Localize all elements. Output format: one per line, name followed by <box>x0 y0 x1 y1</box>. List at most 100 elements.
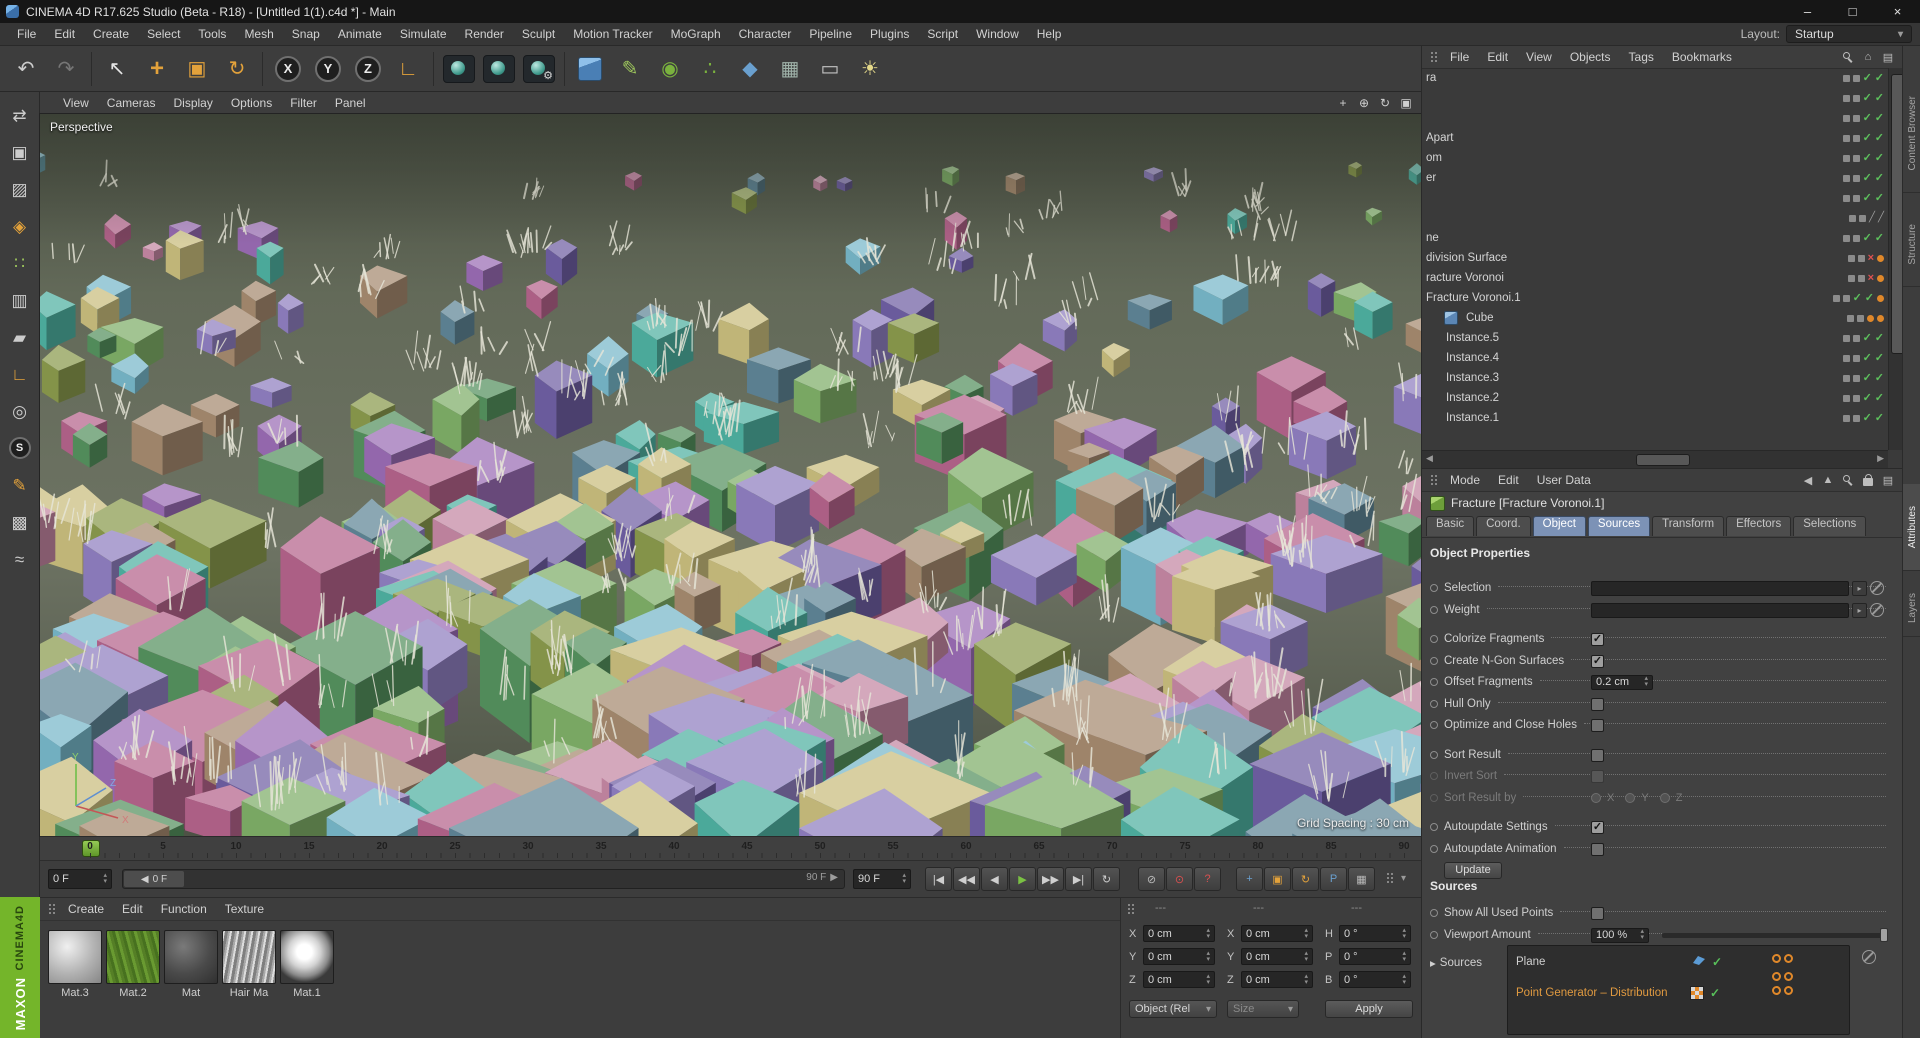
orange-dot-icon[interactable] <box>1784 972 1793 981</box>
end-frame-spinner[interactable]: ▴▾ <box>902 873 906 885</box>
sources-clear-button[interactable] <box>1862 950 1876 964</box>
layer-chip-icon[interactable] <box>1858 275 1865 282</box>
prev-key-button[interactable]: ◀◀ <box>953 867 980 891</box>
object-row-division-surface[interactable]: division Surface× <box>1422 248 1888 268</box>
animation-dot-icon[interactable] <box>1430 845 1438 853</box>
field-spinner[interactable]: ▴▾ <box>1206 974 1210 986</box>
animation-dot-icon[interactable] <box>1430 700 1438 708</box>
menu-mesh[interactable]: Mesh <box>235 27 282 41</box>
layer-chip-icon[interactable] <box>1843 95 1850 102</box>
panel-icon[interactable]: ▤ <box>1880 472 1896 488</box>
search-icon[interactable] <box>1840 472 1856 488</box>
menu-help[interactable]: Help <box>1028 27 1071 41</box>
enabled-check-icon[interactable]: ✓ <box>1875 193 1884 204</box>
play-mode-button[interactable]: ↻ <box>1093 867 1120 891</box>
prev-frame-button[interactable]: ◀ <box>981 867 1008 891</box>
snap-button[interactable]: S <box>5 433 35 463</box>
layer-chip-icon[interactable] <box>1853 155 1860 162</box>
tag-dot-icon[interactable] <box>1877 315 1884 322</box>
enabled-check-icon[interactable]: ✓ <box>1875 373 1884 384</box>
end-frame-field[interactable]: 90 F ▴▾ <box>853 869 911 889</box>
rotation-b-field[interactable]: 0 °▴▾ <box>1339 971 1411 988</box>
orange-dot-icon[interactable] <box>1772 972 1781 981</box>
viewport-solo-button[interactable]: ◎ <box>5 396 35 426</box>
layer-chip-icon[interactable] <box>1843 135 1850 142</box>
menu-simulate[interactable]: Simulate <box>391 27 456 41</box>
animation-dot-icon[interactable] <box>1430 931 1438 939</box>
transport-menu-button[interactable]: ▾ <box>1401 873 1406 884</box>
viewport-menu-options[interactable]: Options <box>222 96 281 110</box>
spline-smooth-button[interactable]: ≈ <box>5 544 35 574</box>
viewport-canvas[interactable]: Y X Z Perspective Grid Spacing : 30 cm <box>40 114 1421 836</box>
add-spline-pen-button[interactable]: ✎ <box>610 49 650 89</box>
texture-mode-button[interactable]: ▨ <box>5 174 35 204</box>
edges-mode-button[interactable]: ▥ <box>5 285 35 315</box>
menu-mograph[interactable]: MoGraph <box>662 27 730 41</box>
picker-button[interactable]: ▸ <box>1852 581 1867 596</box>
radio-y[interactable] <box>1625 793 1635 803</box>
enabled-check-icon[interactable]: ✓ <box>1875 413 1884 424</box>
enabled-check-icon[interactable]: ✓ <box>1875 353 1884 364</box>
render-view-button[interactable] <box>439 49 479 89</box>
menu-sculpt[interactable]: Sculpt <box>513 27 564 41</box>
position-y-field[interactable]: 0 cm▴▾ <box>1143 948 1215 965</box>
layer-chip-icon[interactable] <box>1843 75 1850 82</box>
enabled-check-icon[interactable]: ✓ <box>1863 353 1872 364</box>
keyframe-selection-button[interactable]: ? <box>1194 867 1221 891</box>
checkbox-show-all-used-points[interactable] <box>1591 907 1604 920</box>
paint-setup-button[interactable]: ✎ <box>5 470 35 500</box>
layer-chip-icon[interactable] <box>1853 415 1860 422</box>
layer-chip-icon[interactable] <box>1833 295 1840 302</box>
animation-dot-icon[interactable] <box>1430 584 1438 592</box>
object-manager-menu-edit[interactable]: Edit <box>1478 50 1517 64</box>
layer-chip-icon[interactable] <box>1847 315 1854 322</box>
animation-dot-icon[interactable] <box>1430 909 1438 917</box>
layer-chip-icon[interactable] <box>1853 135 1860 142</box>
object-row-blank-1[interactable]: ✓✓ <box>1422 88 1888 108</box>
object-row-apart[interactable]: Apart✓✓ <box>1422 128 1888 148</box>
key-rotation-toggle[interactable]: ↻ <box>1292 867 1319 891</box>
enabled-check-icon[interactable]: ✓ <box>1853 293 1862 304</box>
enabled-check-icon[interactable]: ✓ <box>1875 173 1884 184</box>
apply-button[interactable]: Apply <box>1325 1000 1413 1018</box>
object-list-vscrollbar[interactable] <box>1888 68 1902 450</box>
range-slider-handle[interactable]: ◀ 0 F <box>124 871 184 887</box>
minimize-button[interactable]: – <box>1785 0 1830 23</box>
dock-tab-content-browser[interactable]: Content Browser <box>1903 74 1920 193</box>
enabled-check-icon[interactable]: ✓ <box>1863 413 1872 424</box>
size-y-field[interactable]: 0 cm▴▾ <box>1241 948 1313 965</box>
material-menu-texture[interactable]: Texture <box>216 902 273 916</box>
enabled-check-icon[interactable]: ✓ <box>1863 393 1872 404</box>
material-item-mat-1[interactable]: Mat.1 <box>280 930 334 999</box>
orange-dot-icon[interactable] <box>1784 954 1793 963</box>
add-subdivision-surface-button[interactable]: ◉ <box>650 49 690 89</box>
object-mode-dropdown[interactable]: Object (Rel▾ <box>1129 1000 1217 1018</box>
object-manager-menu-objects[interactable]: Objects <box>1561 50 1620 64</box>
viewport-menu-filter[interactable]: Filter <box>281 96 326 110</box>
material-thumbnail[interactable] <box>48 930 102 984</box>
orange-dot-icon[interactable] <box>1784 986 1793 995</box>
search-icon[interactable] <box>1840 49 1856 65</box>
close-button[interactable]: × <box>1875 0 1920 23</box>
field-spinner[interactable]: ▴▾ <box>1644 676 1648 688</box>
menu-pipeline[interactable]: Pipeline <box>800 27 861 41</box>
layer-chip-icon[interactable] <box>1857 315 1864 322</box>
neutral-slash-icon[interactable]: ╱ <box>1878 213 1884 223</box>
texture-lock-button[interactable]: ▩ <box>5 507 35 537</box>
tag-dot-icon[interactable] <box>1867 315 1874 322</box>
layer-chip-icon[interactable] <box>1843 375 1850 382</box>
value-field-viewport-amount[interactable]: 100 %▴▾ <box>1591 928 1649 943</box>
position-x-field[interactable]: 0 cm▴▾ <box>1143 925 1215 942</box>
animation-dot-icon[interactable] <box>1430 794 1438 802</box>
tag-dot-icon[interactable] <box>1877 295 1884 302</box>
slider-thumb[interactable] <box>1880 928 1888 942</box>
layer-chip-icon[interactable] <box>1853 175 1860 182</box>
layer-chip-icon[interactable] <box>1853 335 1860 342</box>
object-row-instance-1[interactable]: Instance.1✓✓ <box>1422 408 1888 428</box>
size-z-field[interactable]: 0 cm▴▾ <box>1241 971 1313 988</box>
checkbox-create-n-gon-surfaces[interactable]: ✓ <box>1591 655 1604 668</box>
zoom-view-icon[interactable]: ⊕ <box>1355 94 1373 112</box>
points-mode-button[interactable]: ∷ <box>5 248 35 278</box>
enabled-check-icon[interactable]: ✓ <box>1875 133 1884 144</box>
layer-chip-icon[interactable] <box>1849 215 1856 222</box>
